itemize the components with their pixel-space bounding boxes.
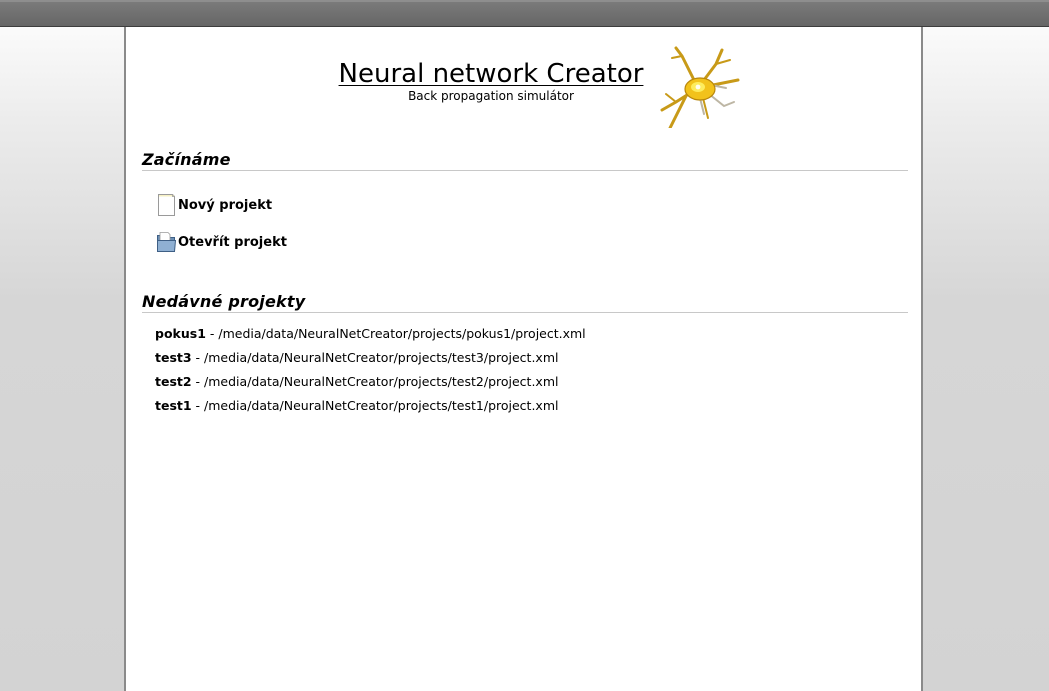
recent-project-item: test1 - /media/data/NeuralNetCreator/pro…	[155, 398, 558, 413]
recent-project-item: test3 - /media/data/NeuralNetCreator/pro…	[155, 350, 558, 365]
new-document-icon	[158, 194, 175, 216]
recent-project-link[interactable]: test1	[155, 398, 192, 413]
recent-project-separator: -	[191, 398, 205, 413]
open-folder-icon	[157, 232, 177, 252]
recent-project-path: /media/data/NeuralNetCreator/projects/po…	[218, 326, 586, 341]
header: Neural network Creator Back propagation …	[320, 58, 662, 103]
getting-started-divider	[142, 170, 908, 171]
new-project-button[interactable]: Nový projekt	[156, 193, 272, 217]
app-subtitle: Back propagation simulátor	[408, 89, 574, 103]
recent-project-link[interactable]: pokus1	[155, 326, 206, 341]
recent-project-path: /media/data/NeuralNetCreator/projects/te…	[204, 398, 559, 413]
recent-projects-heading: Nedávné projekty	[142, 292, 306, 311]
recent-project-link[interactable]: test3	[155, 350, 192, 365]
recent-project-item: pokus1 - /media/data/NeuralNetCreator/pr…	[155, 326, 586, 341]
getting-started-heading: Začínáme	[142, 150, 231, 169]
window-top-bar	[0, 0, 1049, 27]
top-bar-highlight	[0, 0, 1049, 2]
recent-projects-divider	[142, 312, 908, 313]
open-project-button[interactable]: Otevřít projekt	[156, 230, 287, 254]
start-page: Neural network Creator Back propagation …	[124, 27, 923, 691]
recent-project-link[interactable]: test2	[155, 374, 192, 389]
recent-project-separator: -	[191, 374, 205, 389]
recent-project-separator: -	[205, 326, 219, 341]
recent-project-item: test2 - /media/data/NeuralNetCreator/pro…	[155, 374, 558, 389]
app-title-link[interactable]: Neural network Creator	[339, 58, 644, 90]
neuron-logo-icon	[660, 46, 740, 128]
recent-project-path: /media/data/NeuralNetCreator/projects/te…	[204, 374, 559, 389]
open-project-label: Otevřít projekt	[178, 234, 287, 250]
recent-project-path: /media/data/NeuralNetCreator/projects/te…	[204, 350, 559, 365]
recent-project-separator: -	[191, 350, 205, 365]
new-project-label: Nový projekt	[178, 197, 273, 213]
